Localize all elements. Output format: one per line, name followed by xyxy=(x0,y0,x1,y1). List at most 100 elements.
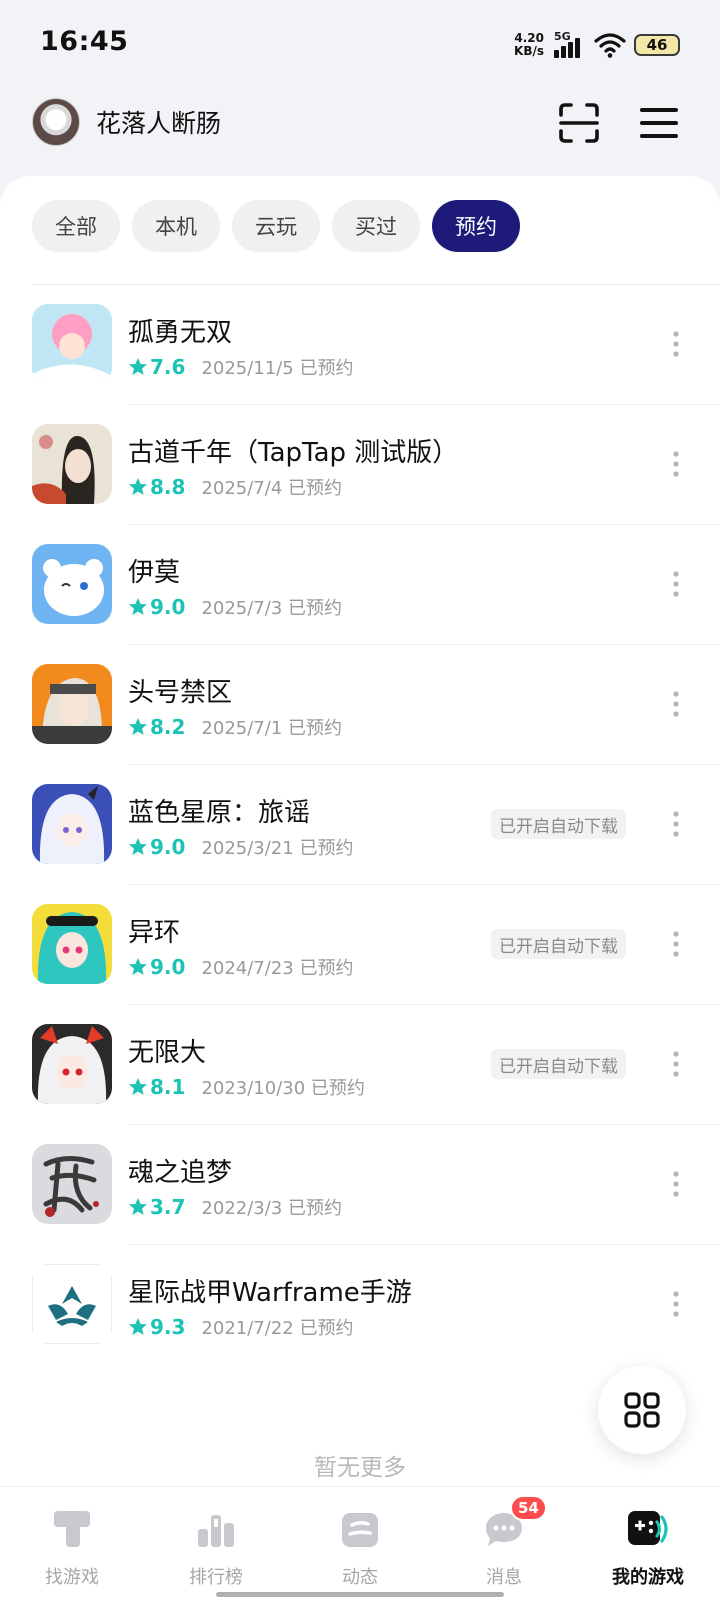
reserve-date: 2022/3/3 已预约 xyxy=(201,1198,343,1219)
nav-my-games[interactable]: 我的游戏 xyxy=(576,1487,720,1600)
game-score: 8.1 xyxy=(150,1075,186,1099)
more-options-icon[interactable] xyxy=(670,930,682,958)
header: 花落人断肠 xyxy=(0,90,720,180)
auto-download-badge: 已开启自动下载 xyxy=(491,809,626,839)
star-icon xyxy=(129,358,147,375)
content-card: 全部 本机 云玩 买过 预约 孤勇无双 7.6 2025/11/5 已预约 古道… xyxy=(0,176,720,1486)
auto-download-badge: 已开启自动下载 xyxy=(491,929,626,959)
signal-icon: 5G xyxy=(552,30,586,60)
more-options-icon[interactable] xyxy=(670,810,682,838)
game-title: 伊莫 xyxy=(128,558,181,588)
game-score: 9.0 xyxy=(150,595,186,619)
list-item[interactable]: 头号禁区 8.2 2025/7/1 已预约 xyxy=(0,644,720,764)
game-score: 9.3 xyxy=(150,1315,186,1339)
nav-label: 排行榜 xyxy=(189,1567,243,1588)
reserve-date: 2025/7/4 已预约 xyxy=(201,478,343,499)
game-score: 7.6 xyxy=(150,355,186,379)
grid-icon xyxy=(624,1392,660,1428)
star-icon xyxy=(129,598,147,615)
status-icons: 4.20 KB/s 5G 46 xyxy=(514,28,680,62)
list-item[interactable]: 孤勇无双 7.6 2025/11/5 已预约 xyxy=(0,284,720,404)
username[interactable]: 花落人断肠 xyxy=(96,104,221,140)
game-meta: 7.6 2025/11/5 已预约 xyxy=(128,354,353,380)
game-icon xyxy=(32,424,112,504)
star-icon xyxy=(129,478,147,495)
game-meta: 3.7 2022/3/3 已预约 xyxy=(128,1194,342,1220)
star-icon xyxy=(129,1078,147,1095)
game-icon xyxy=(32,664,112,744)
list-item[interactable]: 蓝色星原：旅谣 9.0 2025/3/21 已预约 已开启自动下载 xyxy=(0,764,720,884)
game-meta: 8.8 2025/7/4 已预约 xyxy=(128,474,342,500)
nav-label: 消息 xyxy=(486,1567,522,1588)
menu-icon[interactable] xyxy=(638,102,680,144)
more-options-icon[interactable] xyxy=(670,450,682,478)
star-icon xyxy=(129,958,147,975)
feed-icon xyxy=(342,1513,378,1547)
game-meta: 8.1 2023/10/30 已预约 xyxy=(128,1074,365,1100)
no-more-text: 暂无更多 xyxy=(314,1455,406,1481)
game-meta: 9.0 2024/7/23 已预约 xyxy=(128,954,353,980)
game-title: 异环 xyxy=(128,918,181,948)
game-icon xyxy=(32,544,112,624)
more-options-icon[interactable] xyxy=(670,570,682,598)
list-item[interactable]: 异环 9.0 2024/7/23 已预约 已开启自动下载 xyxy=(0,884,720,1004)
game-score: 9.0 xyxy=(150,835,186,859)
filter-tab-reserved[interactable]: 预约 xyxy=(432,200,520,252)
list-item[interactable]: 伊莫 9.0 2025/7/3 已预约 xyxy=(0,524,720,644)
game-title: 头号禁区 xyxy=(128,678,233,708)
reserve-date: 2025/11/5 已预约 xyxy=(201,358,354,379)
game-icon xyxy=(32,1264,112,1344)
nav-ranking[interactable]: 排行榜 xyxy=(144,1487,288,1600)
net-speed: 4.20 KB/s xyxy=(514,32,544,58)
filter-tab-local[interactable]: 本机 xyxy=(132,200,220,252)
avatar[interactable] xyxy=(32,98,80,146)
filter-tab-purchased[interactable]: 买过 xyxy=(332,200,420,252)
game-score: 8.8 xyxy=(150,475,186,499)
more-options-icon[interactable] xyxy=(670,1290,682,1318)
game-title: 古道千年（TapTap 测试版） xyxy=(128,438,459,468)
status-bar: 16:45 4.20 KB/s 5G 46 xyxy=(0,0,720,90)
filter-tab-all[interactable]: 全部 xyxy=(32,200,120,252)
home-indicator[interactable] xyxy=(216,1592,504,1597)
list-item[interactable]: 无限大 8.1 2023/10/30 已预约 已开启自动下载 xyxy=(0,1004,720,1124)
grid-view-button[interactable] xyxy=(598,1366,686,1454)
reserve-date: 2025/3/21 已预约 xyxy=(201,838,354,859)
filter-tab-cloud[interactable]: 云玩 xyxy=(232,200,320,252)
more-options-icon[interactable] xyxy=(670,1050,682,1078)
reserve-date: 2024/7/23 已预约 xyxy=(201,958,354,979)
game-title: 无限大 xyxy=(128,1038,207,1068)
page: 16:45 4.20 KB/s 5G 46 花落人断肠 全部 本机 云玩 买过 … xyxy=(0,0,720,1600)
star-icon xyxy=(129,838,147,855)
ranking-icon xyxy=(198,1515,234,1547)
star-icon xyxy=(129,1198,147,1215)
game-meta: 9.0 2025/7/3 已预约 xyxy=(128,594,342,620)
my-games-icon xyxy=(628,1511,668,1545)
filter-tabs: 全部 本机 云玩 买过 预约 xyxy=(32,200,520,252)
bottom-nav: 找游戏 排行榜 动态 54 消息 我的游戏 xyxy=(0,1486,720,1600)
nav-find-games[interactable]: 找游戏 xyxy=(0,1487,144,1600)
list-item[interactable]: 星际战甲Warframe手游 9.3 2021/7/22 已预约 xyxy=(0,1244,720,1364)
game-icon xyxy=(32,304,112,384)
more-options-icon[interactable] xyxy=(670,690,682,718)
game-icon xyxy=(32,904,112,984)
game-meta: 8.2 2025/7/1 已预约 xyxy=(128,714,342,740)
nav-label: 动态 xyxy=(342,1567,378,1588)
nav-feed[interactable]: 动态 xyxy=(288,1487,432,1600)
list-item[interactable]: 魂之追梦 3.7 2022/3/3 已预约 xyxy=(0,1124,720,1244)
reserve-date: 2023/10/30 已预约 xyxy=(201,1078,365,1099)
game-title: 魂之追梦 xyxy=(128,1158,233,1188)
more-options-icon[interactable] xyxy=(670,1170,682,1198)
reserve-date: 2021/7/22 已预约 xyxy=(201,1318,354,1339)
status-time: 16:45 xyxy=(40,26,129,57)
list-item[interactable]: 古道千年（TapTap 测试版） 8.8 2025/7/4 已预约 xyxy=(0,404,720,524)
unread-badge: 54 xyxy=(510,1495,547,1521)
nav-messages[interactable]: 54 消息 xyxy=(432,1487,576,1600)
more-options-icon[interactable] xyxy=(670,330,682,358)
reserved-game-list: 孤勇无双 7.6 2025/11/5 已预约 古道千年（TapTap 测试版） xyxy=(0,284,720,1364)
game-icon xyxy=(32,784,112,864)
game-title: 星际战甲Warframe手游 xyxy=(128,1278,412,1308)
star-icon xyxy=(129,1318,147,1335)
reserve-date: 2025/7/1 已预约 xyxy=(201,718,343,739)
scan-icon[interactable] xyxy=(558,102,600,144)
game-meta: 9.0 2025/3/21 已预约 xyxy=(128,834,353,860)
